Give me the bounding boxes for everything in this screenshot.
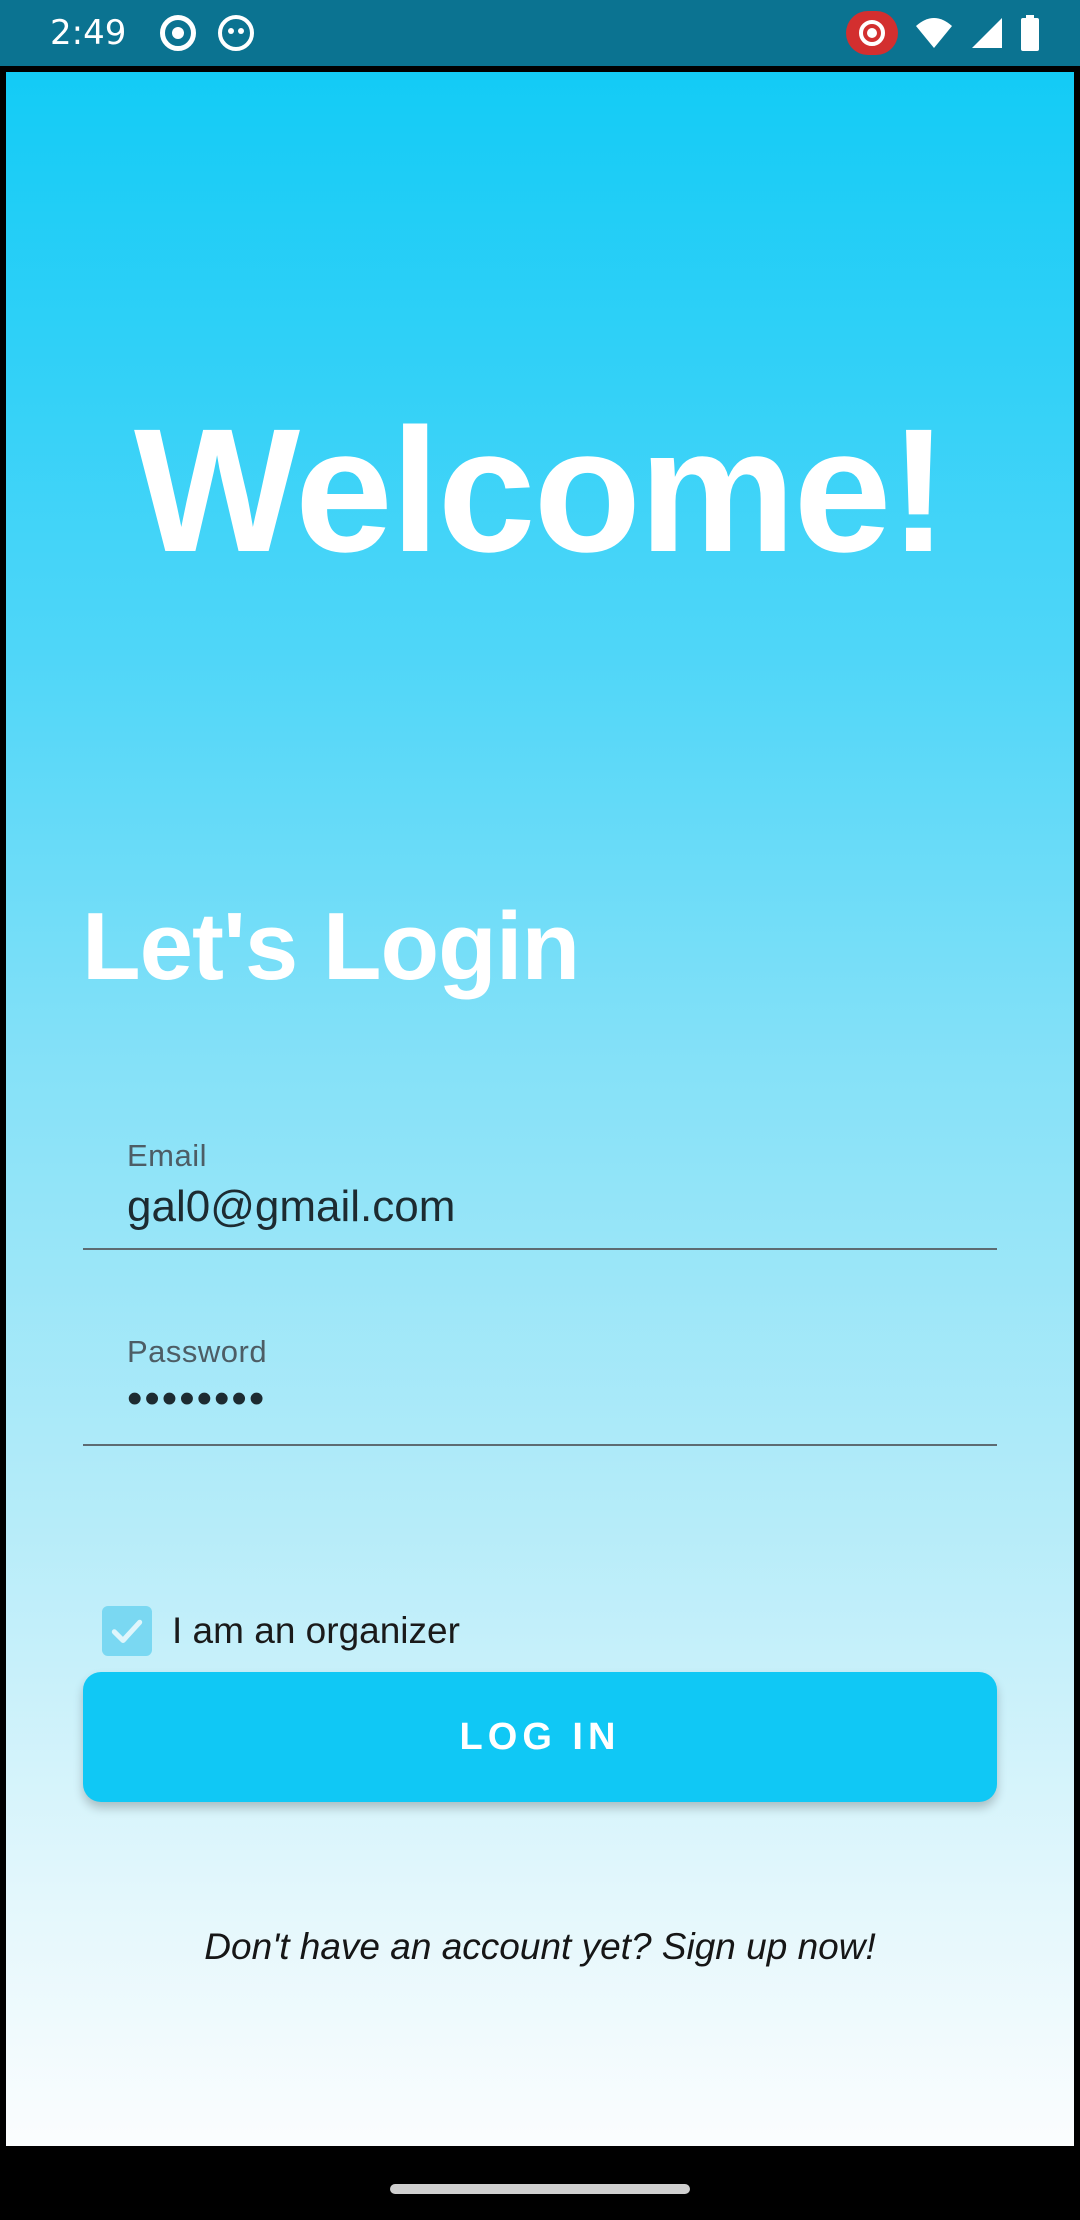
- login-screen: Welcome! Let's Login Email gal0@gmail.co…: [6, 72, 1074, 2146]
- password-field[interactable]: Password ••••••••: [83, 1316, 997, 1446]
- status-bar: 2:49: [0, 0, 1080, 66]
- wifi-icon: [916, 18, 952, 48]
- status-notification-icons: [160, 15, 255, 51]
- home-gesture-handle[interactable]: [390, 2184, 690, 2194]
- email-field[interactable]: Email gal0@gmail.com: [83, 1120, 997, 1250]
- login-button[interactable]: LOG IN: [83, 1672, 997, 1802]
- screen-cast-icon: [160, 15, 197, 51]
- status-system-icons: [846, 0, 1040, 66]
- navigation-bar: [0, 2146, 1080, 2220]
- android-bot-icon: [218, 15, 255, 51]
- device-screen: 2:49 Welcome! Let's Login Email gal0@gma…: [0, 0, 1080, 2220]
- password-label: Password: [127, 1334, 268, 1369]
- screen-record-icon: [846, 11, 898, 55]
- organizer-checkbox[interactable]: [102, 1606, 152, 1656]
- status-time: 2:49: [50, 13, 127, 53]
- battery-icon: [1021, 15, 1039, 51]
- signup-link[interactable]: Don't have an account yet? Sign up now!: [6, 1926, 1074, 1968]
- password-input[interactable]: ••••••••: [127, 1374, 967, 1424]
- checkmark-icon: [111, 1619, 143, 1644]
- email-label: Email: [127, 1138, 208, 1173]
- email-input[interactable]: gal0@gmail.com: [127, 1182, 967, 1232]
- login-heading: Let's Login: [82, 893, 580, 1000]
- organizer-checkbox-row[interactable]: I am an organizer: [102, 1606, 460, 1656]
- organizer-checkbox-label[interactable]: I am an organizer: [172, 1610, 460, 1652]
- cell-signal-icon: [972, 18, 1002, 48]
- welcome-title: Welcome!: [133, 393, 948, 589]
